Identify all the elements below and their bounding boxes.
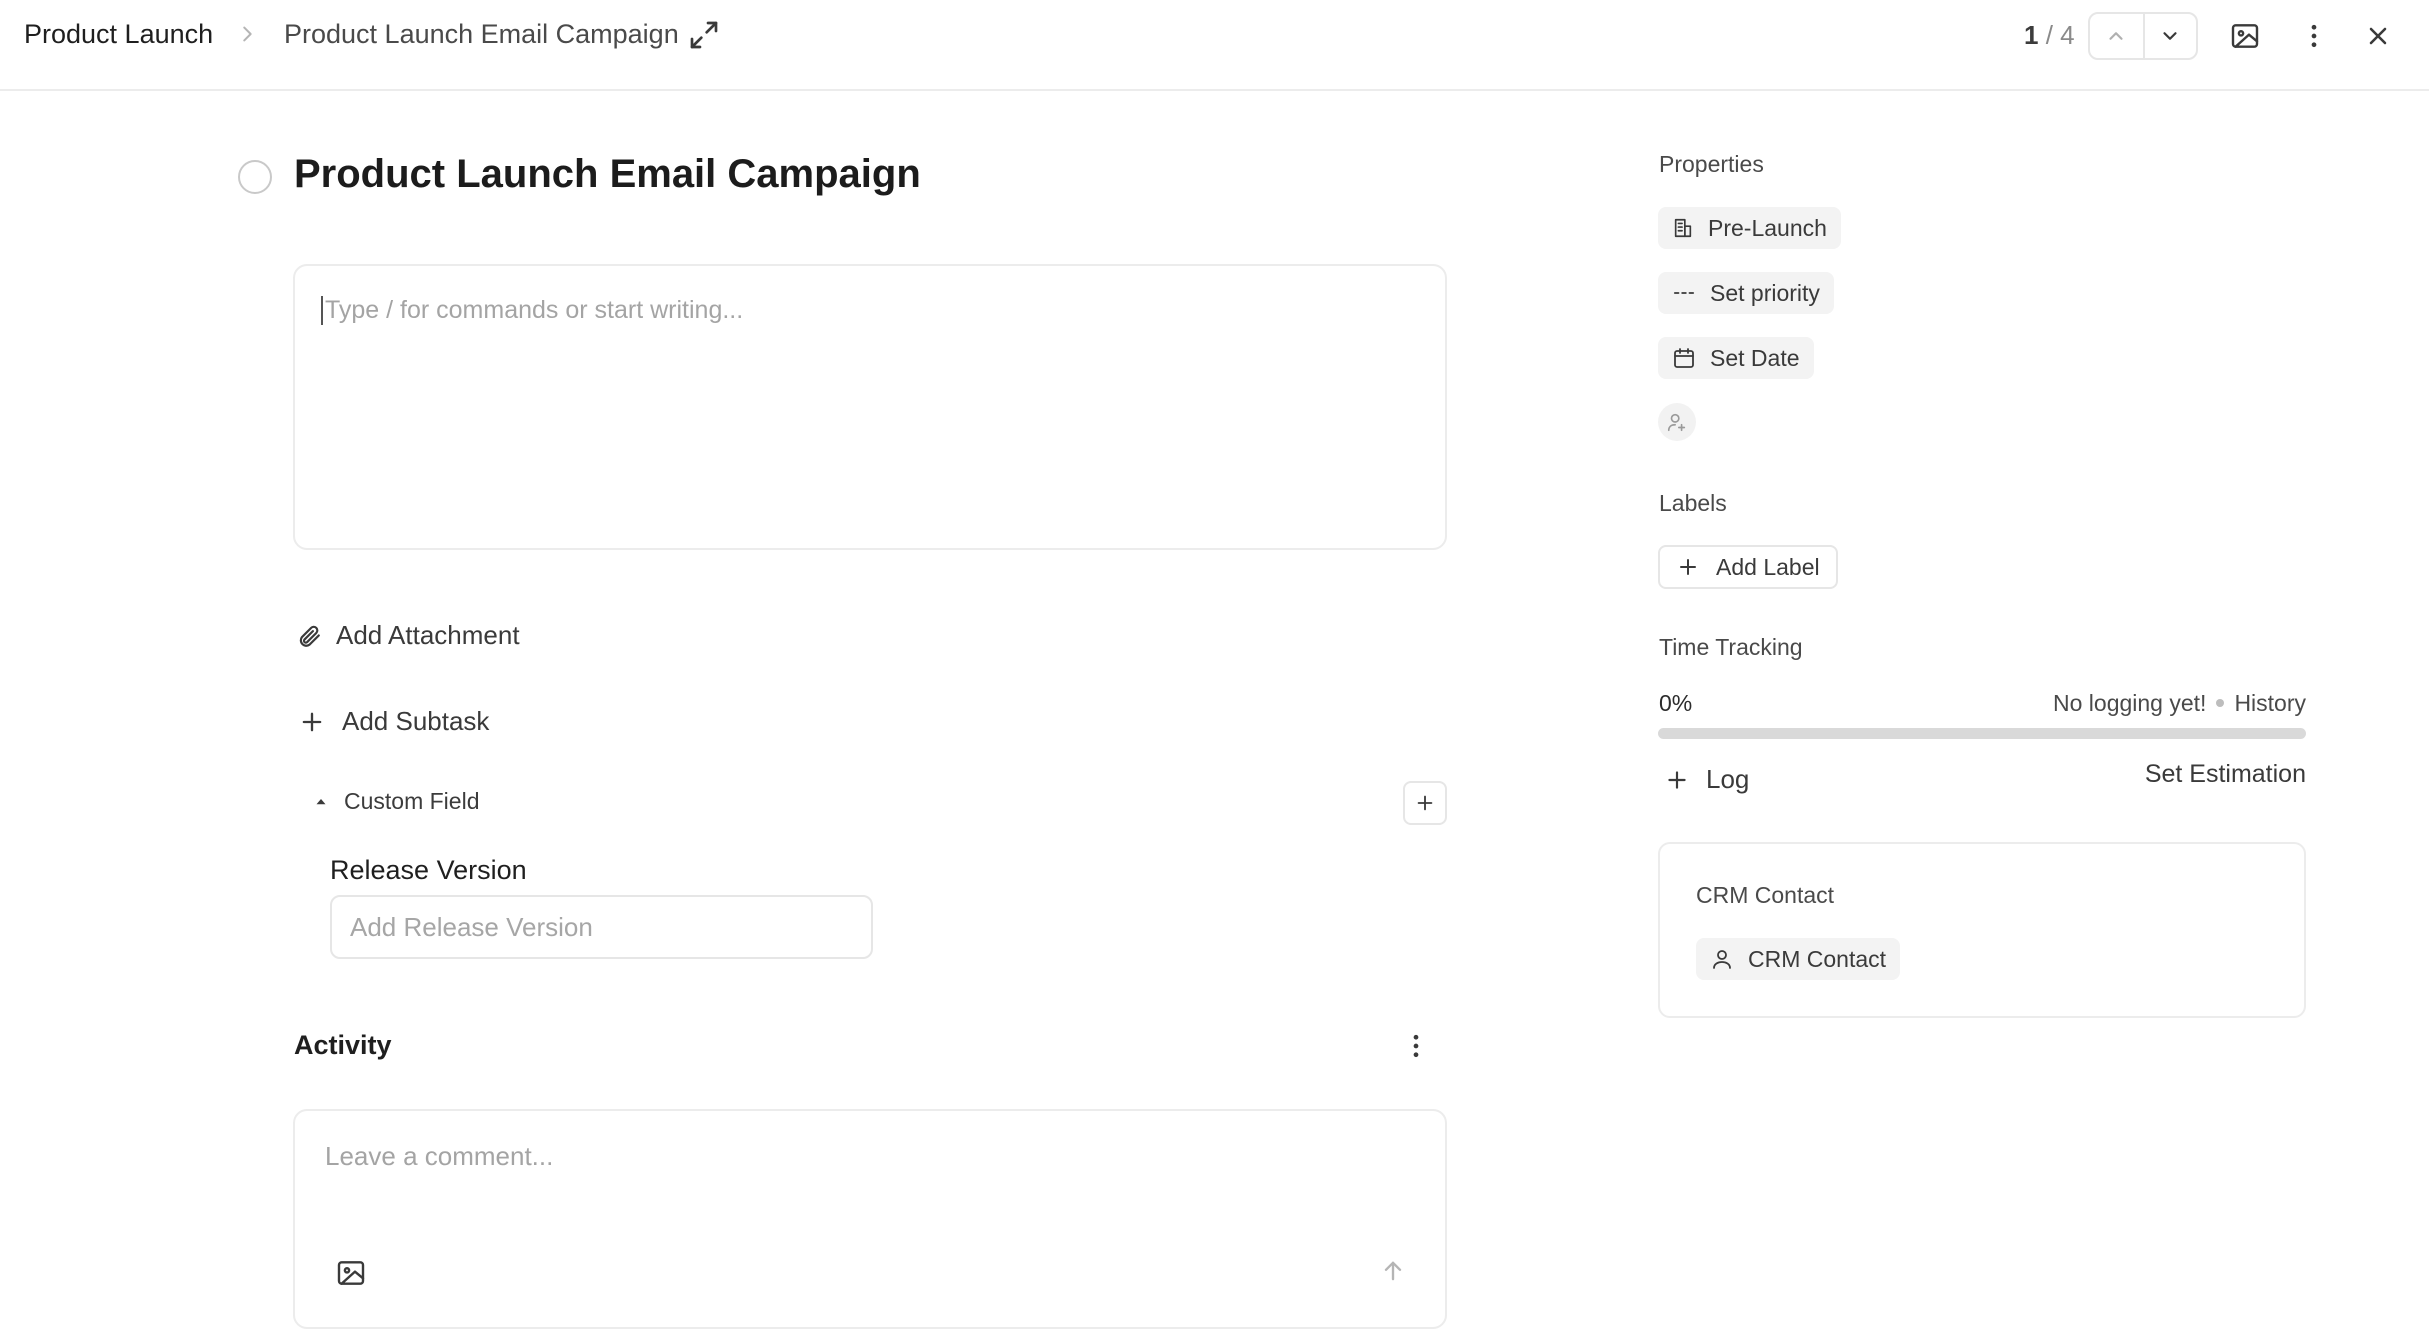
no-logging-text: No logging yet! (2053, 690, 2207, 716)
chevron-up-icon (2109, 32, 2124, 40)
plus-icon (302, 712, 322, 731)
paperclip-icon (299, 625, 320, 647)
crm-contact-title: CRM Contact (1696, 882, 1835, 908)
custom-field-label: Custom Field (344, 788, 480, 814)
send-comment-button[interactable] (1379, 1257, 1407, 1285)
plus-icon (1668, 770, 1686, 789)
add-label-text: Add Label (1716, 553, 1820, 580)
crm-contact-card: CRM Contact CRM Contact (1658, 842, 2306, 1018)
activity-title: Activity (294, 1030, 392, 1060)
release-version-input[interactable] (330, 895, 873, 959)
custom-field-toggle[interactable]: Custom Field (312, 788, 479, 815)
editor-placeholder: Type / for commands or start writing... (321, 296, 743, 325)
plus-icon (1417, 795, 1433, 811)
stage-chip-label: Pre-Launch (1708, 214, 1827, 241)
date-chip[interactable]: Set Date (1658, 337, 1814, 379)
task-title[interactable]: Product Launch Email Campaign (294, 152, 921, 197)
labels-title: Labels (1659, 490, 1727, 516)
activity-more-button[interactable] (1394, 1024, 1438, 1068)
caret-up-icon (316, 798, 326, 804)
priority-chip-label: Set priority (1710, 279, 1820, 306)
crm-contact-chip[interactable]: CRM Contact (1696, 938, 1901, 980)
pager-buttons (2088, 12, 2198, 60)
image-icon[interactable] (2223, 14, 2267, 58)
history-link[interactable]: History (2234, 690, 2306, 716)
breadcrumb-project[interactable]: Product Launch (24, 19, 213, 50)
plus-icon (1680, 559, 1696, 575)
more-vertical-icon (1413, 1034, 1419, 1058)
priority-chip[interactable]: Set priority (1658, 272, 1834, 314)
chevron-down-icon (2163, 32, 2178, 40)
stage-chip[interactable]: Pre-Launch (1658, 207, 1841, 249)
add-attachment-button[interactable]: Add Attachment (296, 620, 520, 651)
breadcrumb-task: Product Launch Email Campaign (284, 19, 679, 49)
add-subtask-button[interactable]: Add Subtask (298, 706, 489, 737)
task-status-toggle[interactable] (238, 160, 272, 194)
release-version-label: Release Version (330, 855, 527, 885)
next-task-button[interactable] (2142, 14, 2196, 58)
comment-placeholder: Leave a comment... (325, 1141, 554, 1171)
time-tracking-progress (1658, 728, 2306, 739)
user-icon (1713, 950, 1731, 969)
chevron-right-icon (236, 23, 258, 45)
crm-contact-chip-label: CRM Contact (1748, 945, 1887, 972)
calendar-icon (1674, 348, 1694, 368)
set-estimation-button[interactable]: Set Estimation (2140, 760, 2306, 789)
close-icon[interactable] (2356, 14, 2400, 58)
add-attachment-label: Add Attachment (336, 620, 520, 650)
properties-title: Properties (1659, 151, 1764, 177)
add-custom-field-button[interactable] (1403, 781, 1447, 825)
pager-total: / 4 (2045, 20, 2075, 50)
user-plus-icon (1667, 413, 1686, 432)
arrow-up-icon (1384, 1261, 1402, 1281)
add-assignee-button[interactable] (1658, 403, 1696, 441)
priority-none-icon (1673, 292, 1695, 294)
pager-current: 1 (2024, 20, 2039, 50)
add-subtask-label: Add Subtask (342, 706, 490, 736)
expand-icon[interactable] (688, 19, 720, 51)
time-tracking-title: Time Tracking (1659, 634, 1803, 660)
top-bar: Product Launch Product Launch Email Camp… (0, 0, 2429, 91)
time-tracking-status: No logging yet! History (2000, 690, 2306, 717)
pager-indicator: 1 / 4 (2024, 20, 2075, 51)
previous-task-button[interactable] (2090, 14, 2143, 58)
image-icon[interactable] (335, 1257, 367, 1289)
log-time-button[interactable]: Log (1664, 764, 1749, 795)
comment-input[interactable]: Leave a comment... (293, 1109, 1447, 1329)
more-vertical-icon[interactable] (2292, 14, 2336, 58)
building-icon (1674, 218, 1692, 238)
description-editor[interactable]: Type / for commands or start writing... (293, 264, 1447, 550)
date-chip-label: Set Date (1710, 344, 1800, 371)
log-label: Log (1706, 764, 1750, 794)
separator-dot (2216, 699, 2225, 707)
time-tracking-percent: 0% (1659, 690, 1693, 716)
add-label-button[interactable]: Add Label (1658, 545, 1838, 589)
